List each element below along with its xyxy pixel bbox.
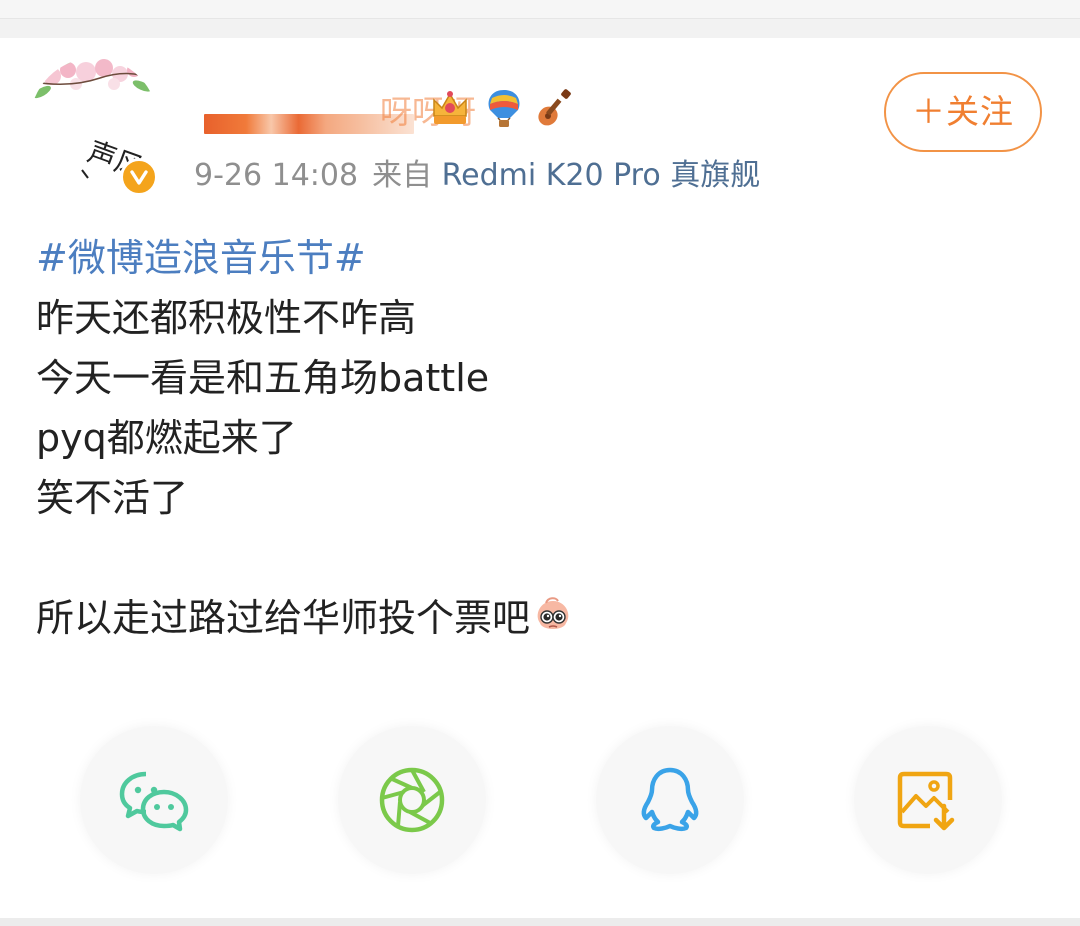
post-line: 今天一看是和五角场battle [36,356,490,400]
post-line: 昨天还都积极性不咋高 [36,296,417,340]
qq-icon [641,767,699,832]
username-row[interactable]: 呀呀呀 [200,86,760,136]
share-qq-button[interactable] [596,726,744,874]
verified-badge-icon [120,158,158,196]
post-line: 笑不活了 [36,476,189,520]
weibo-post-card: 声风 呀呀呀 9-26 14:08 来自 Redmi K20 Pro 真旗舰 ＋… [0,38,1080,918]
share-wechat-button[interactable] [80,726,228,874]
crown-icon [433,91,467,124]
top-strip [0,0,1080,19]
save-image-icon [897,771,955,831]
post-line-closing: 所以走过路过给华师投个票吧 [36,588,1036,648]
share-moments-button[interactable] [338,726,486,874]
moments-icon [379,767,445,833]
share-bar [0,726,1080,876]
hot-air-balloon-icon [488,90,520,127]
bottom-strip [0,918,1080,926]
post-meta: 9-26 14:08 来自 Redmi K20 Pro 真旗舰 [194,156,760,196]
pleading-face-emoji-icon [537,597,569,629]
post-text: #微博造浪音乐节# 昨天还都积极性不咋高 今天一看是和五角场battle pyq… [36,228,1036,648]
device-source-link[interactable]: Redmi K20 Pro 真旗舰 [442,158,761,193]
hashtag-link[interactable]: #微博造浪音乐节# [36,228,1036,288]
guitar-icon [538,89,571,126]
closing-text: 所以走过路过给华师投个票吧 [36,596,531,640]
avatar[interactable]: 声风 [30,58,158,196]
save-image-button[interactable] [854,726,1002,874]
post-line: pyq都燃起来了 [36,416,297,460]
source-prefix: 来自 [372,158,433,193]
post-timestamp: 9-26 14:08 [194,158,359,193]
follow-button[interactable]: ＋关注 [884,72,1042,152]
wechat-icon [119,771,189,832]
